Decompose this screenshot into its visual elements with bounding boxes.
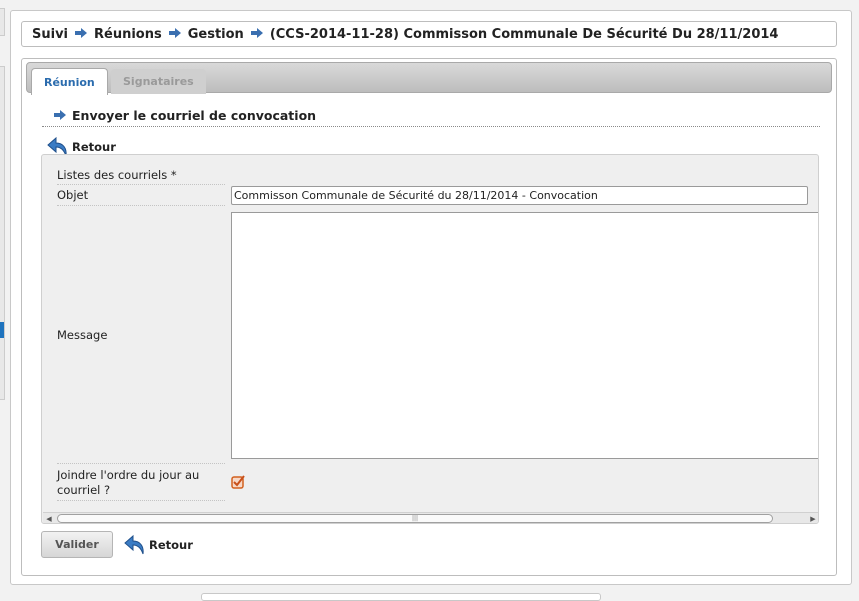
breadcrumb: Suivi Réunions Gestion (CCS-2014-11-28) … <box>21 21 837 47</box>
content-panel: Réunion Signataires Envoyer le courriel … <box>21 58 837 576</box>
retour-label: Retour <box>149 538 193 552</box>
bottom-panel-edge <box>201 593 601 601</box>
sidebar-fragment <box>0 66 5 400</box>
retour-label: Retour <box>72 140 116 154</box>
back-arrow-icon <box>124 534 144 555</box>
breadcrumb-item-suivi[interactable]: Suivi <box>32 27 68 42</box>
scrollbar-thumb[interactable]: ||| <box>57 514 773 523</box>
breadcrumb-item-reunions[interactable]: Réunions <box>94 27 162 42</box>
arrow-right-icon <box>54 109 66 120</box>
horizontal-scrollbar[interactable]: ◀ ||| ▶ <box>43 512 818 523</box>
scroll-right-icon[interactable]: ▶ <box>807 513 818 523</box>
sidebar-active-item[interactable] <box>0 322 4 338</box>
arrow-right-icon <box>250 28 263 38</box>
mail-form: Listes des courriels * Objet Message Joi… <box>41 154 819 524</box>
tab-reunion[interactable]: Réunion <box>31 68 108 95</box>
section-title: Envoyer le courriel de convocation <box>42 105 820 127</box>
valider-button[interactable]: Valider <box>41 531 113 558</box>
section-title-text: Envoyer le courriel de convocation <box>72 108 317 123</box>
sidebar-fragment <box>0 8 5 36</box>
checkbox-checked-icon <box>231 475 245 489</box>
arrow-right-icon <box>168 28 181 38</box>
joindre-ordre-checkbox[interactable] <box>231 475 245 489</box>
message-label: Message <box>57 207 225 464</box>
breadcrumb-item-gestion[interactable]: Gestion <box>188 27 244 42</box>
scroll-left-icon[interactable]: ◀ <box>43 513 55 523</box>
message-textarea[interactable] <box>231 212 818 459</box>
listes-courriels-label: Listes des courriels * <box>57 165 225 185</box>
tab-signataires[interactable]: Signataires <box>111 69 206 94</box>
breadcrumb-current: (CCS-2014-11-28) Commisson Communale De … <box>269 26 779 42</box>
tab-bar: Réunion Signataires <box>26 62 832 95</box>
joindre-ordre-label: Joindre l'ordre du jour au courriel ? <box>57 465 225 501</box>
retour-link-bottom[interactable]: Retour <box>123 534 193 556</box>
objet-label: Objet <box>57 185 225 206</box>
objet-input[interactable] <box>231 186 808 205</box>
arrow-right-icon <box>75 28 88 38</box>
